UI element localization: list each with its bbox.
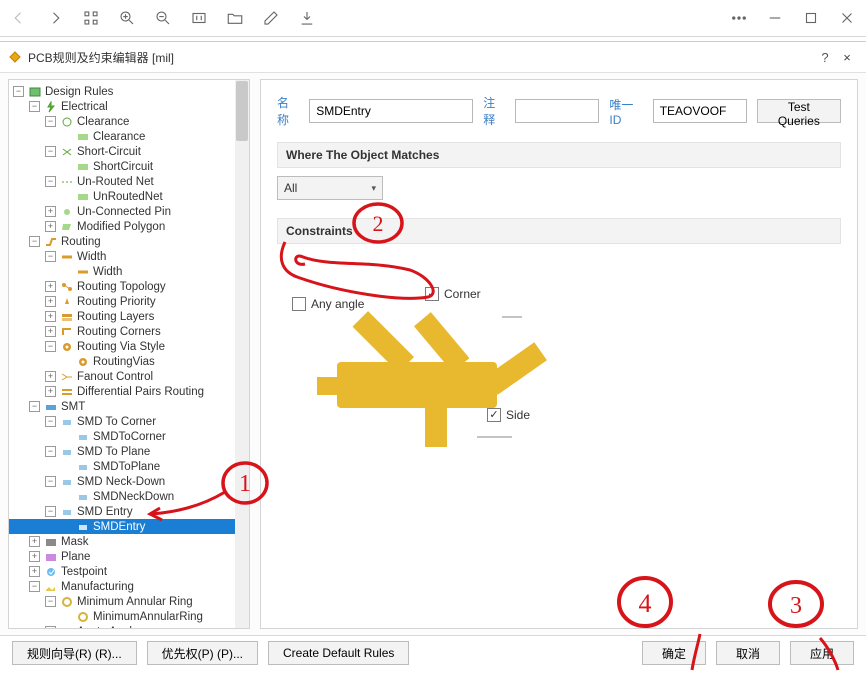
constraints-area: Any angle ✓Corner ✓Side <box>277 252 841 614</box>
zoom-in-icon[interactable] <box>118 9 136 27</box>
rule-icon <box>76 161 90 173</box>
routing-icon <box>44 236 58 248</box>
more-icon[interactable] <box>730 9 748 27</box>
id-label: 唯一ID <box>609 96 642 127</box>
window-title: PCB规则及约束编辑器 [mil] <box>28 49 174 66</box>
apply-button[interactable]: 应用 <box>790 641 854 665</box>
constraints-section-header: Constraints <box>277 218 841 244</box>
tree-label[interactable]: Design Rules <box>45 86 113 98</box>
where-combo[interactable]: All ▾ <box>277 176 383 200</box>
download-icon[interactable] <box>298 9 316 27</box>
topo-icon <box>60 281 74 293</box>
rule-wizard-button[interactable]: 规则向导(R) (R)... <box>12 641 137 665</box>
dialog-footer: 规则向导(R) (R)... 优先权(P) (P)... Create Defa… <box>0 635 866 670</box>
fit-icon[interactable] <box>190 9 208 27</box>
polygon-icon <box>60 221 74 233</box>
width-icon <box>60 251 74 263</box>
chevron-down-icon: ▾ <box>371 183 376 194</box>
rule-icon <box>76 356 90 368</box>
folder-icon[interactable] <box>226 9 244 27</box>
app-toolbar <box>0 0 866 37</box>
where-section-header: Where The Object Matches <box>277 142 841 168</box>
pin-icon <box>60 206 74 218</box>
close-button[interactable]: × <box>836 50 858 65</box>
name-input[interactable] <box>309 99 473 123</box>
where-value: All <box>284 181 297 195</box>
tree-scrollbar[interactable] <box>235 80 249 628</box>
plane-icon <box>44 551 58 563</box>
layers-icon <box>60 311 74 323</box>
rules-tree[interactable]: −Design Rules −Electrical −Clearance Cle… <box>8 79 250 629</box>
mask-icon <box>44 536 58 548</box>
content: −Design Rules −Electrical −Clearance Cle… <box>0 73 866 635</box>
smd-icon <box>60 446 74 458</box>
annular-icon <box>60 596 74 608</box>
testpoint-icon <box>44 566 58 578</box>
cancel-button[interactable]: 取消 <box>716 641 780 665</box>
smd-entry-diagram <box>307 277 567 457</box>
rule-icon <box>76 191 90 203</box>
rule-icon <box>76 491 90 503</box>
rule-icon <box>76 266 90 278</box>
minimize-icon[interactable] <box>766 9 784 27</box>
angle-icon <box>60 626 74 630</box>
test-queries-button[interactable]: Test Queries <box>757 99 841 123</box>
rule-panel: 名称 注释 唯一ID Test Queries Where The Object… <box>260 79 858 629</box>
diffpair-icon <box>60 386 74 398</box>
manuf-icon <box>44 581 58 593</box>
scrollbar-thumb[interactable] <box>236 81 248 141</box>
help-button[interactable]: ? <box>814 50 836 65</box>
rule-icon <box>76 461 90 473</box>
expand-toggle[interactable]: − <box>13 86 24 97</box>
electrical-icon <box>44 101 58 113</box>
priority-icon <box>60 296 74 308</box>
name-label: 名称 <box>277 94 299 128</box>
tree-row-selected[interactable]: SMDEntry <box>9 519 249 534</box>
rule-icon <box>76 521 90 533</box>
smd-icon <box>60 476 74 488</box>
priority-button[interactable]: 优先权(P) (P)... <box>147 641 258 665</box>
clearance-icon <box>60 116 74 128</box>
edit-icon[interactable] <box>262 9 280 27</box>
back-icon[interactable] <box>10 9 28 27</box>
smd-icon <box>60 416 74 428</box>
grid-icon[interactable] <box>82 9 100 27</box>
titlebar: PCB规则及约束编辑器 [mil] ? × <box>0 42 866 73</box>
rules-editor-window: PCB规则及约束编辑器 [mil] ? × −Design Rules −Ele… <box>0 41 866 670</box>
short-icon <box>60 146 74 158</box>
forward-icon[interactable] <box>46 9 64 27</box>
smd-icon <box>60 506 74 518</box>
comment-label: 注释 <box>483 94 505 128</box>
corner-icon <box>60 326 74 338</box>
rules-icon <box>28 86 42 98</box>
smt-icon <box>44 401 58 413</box>
rule-icon <box>76 431 90 443</box>
zoom-out-icon[interactable] <box>154 9 172 27</box>
id-input[interactable] <box>653 99 747 123</box>
unrouted-icon <box>60 176 74 188</box>
maximize-icon[interactable] <box>802 9 820 27</box>
ok-button[interactable]: 确定 <box>642 641 706 665</box>
via-icon <box>60 341 74 353</box>
checkbox-box <box>292 297 306 311</box>
comment-input[interactable] <box>515 99 599 123</box>
app-logo-icon <box>8 50 22 64</box>
create-defaults-button[interactable]: Create Default Rules <box>268 641 409 665</box>
close-app-icon[interactable] <box>838 9 856 27</box>
rule-icon <box>76 611 90 623</box>
rule-icon <box>76 131 90 143</box>
fanout-icon <box>60 371 74 383</box>
